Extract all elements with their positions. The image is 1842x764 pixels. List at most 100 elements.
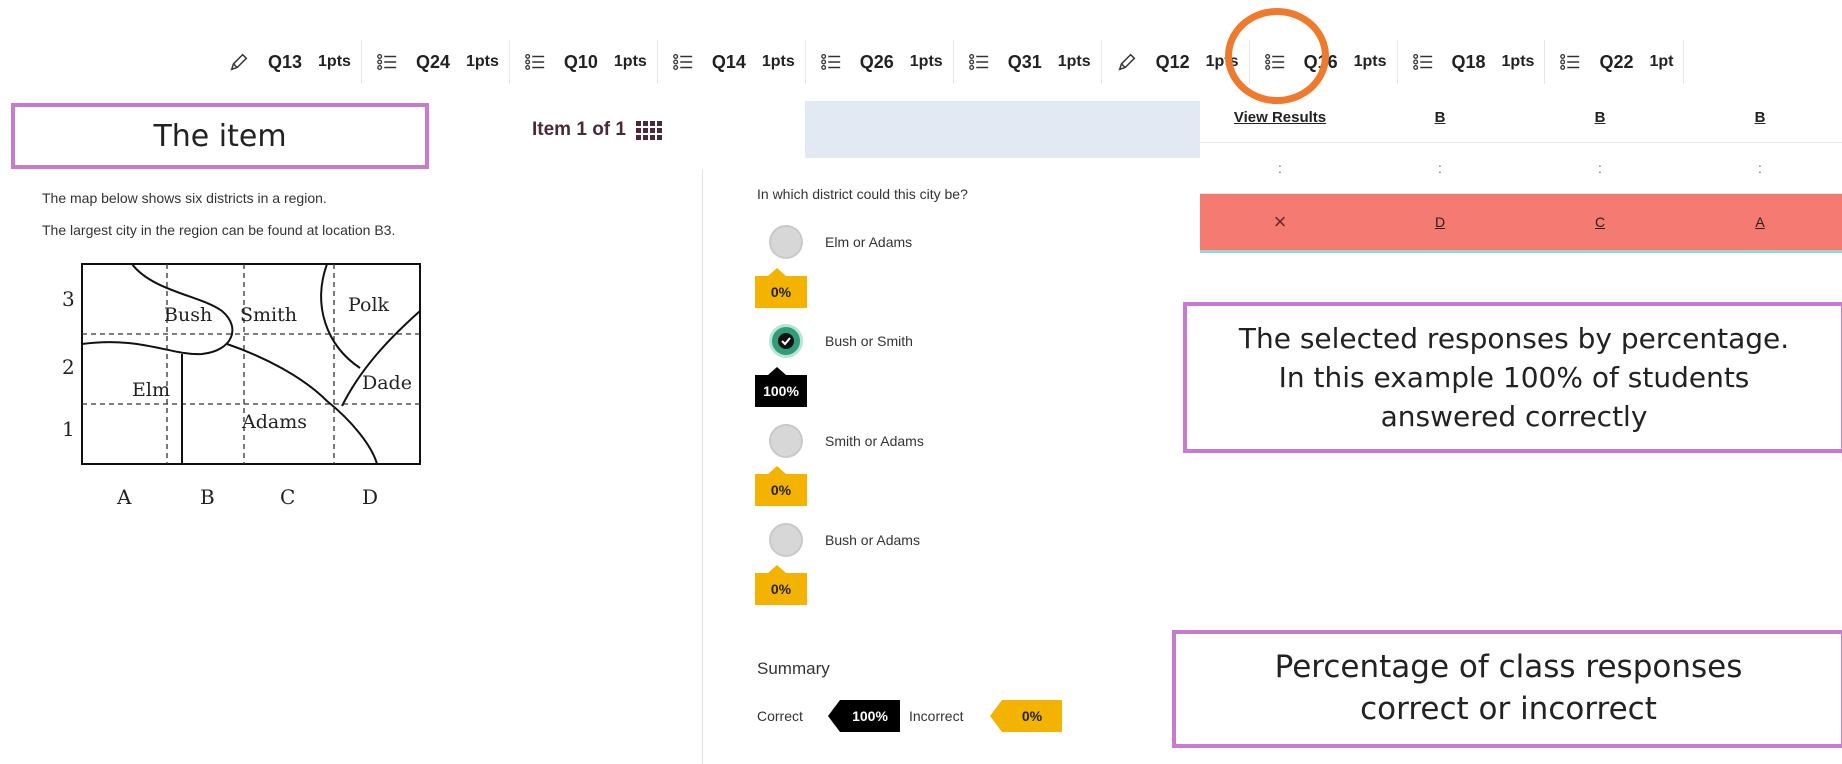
question-number: Q10 bbox=[563, 51, 598, 72]
callout-item-text: The item bbox=[153, 118, 287, 154]
callout-text: answered correctly bbox=[1380, 400, 1648, 434]
grid-icon bbox=[635, 120, 662, 140]
table-cell: : bbox=[1438, 160, 1442, 176]
question-points: 1pt bbox=[1649, 53, 1674, 70]
col-label: A bbox=[116, 485, 132, 509]
table-cell: : bbox=[1758, 160, 1762, 176]
question-number: Q24 bbox=[415, 51, 450, 72]
question-prompt: In which district could this city be? bbox=[757, 186, 968, 202]
question-points: 1pts bbox=[1353, 53, 1387, 70]
row-label: 1 bbox=[62, 417, 75, 441]
question-tab-q22[interactable]: Q22 1pt bbox=[1545, 40, 1685, 84]
question-tab-q18[interactable]: Q18 1pts bbox=[1398, 40, 1546, 84]
option-radio[interactable] bbox=[769, 523, 803, 557]
district-map: 3 2 1 A B C D Bush Smith Polk Elm Dade A… bbox=[62, 263, 421, 509]
list-icon bbox=[1410, 50, 1436, 74]
option-label: Bush or Smith bbox=[825, 333, 913, 349]
list-icon bbox=[374, 50, 400, 74]
question-tab-q26[interactable]: Q26 1pts bbox=[806, 40, 954, 84]
callout-text: Percentage of class responses bbox=[1274, 649, 1743, 686]
results-header-row: View Results B B B bbox=[1200, 92, 1842, 143]
student-answer-cell[interactable]: A bbox=[1680, 194, 1840, 250]
table-cell: : bbox=[1598, 160, 1602, 176]
list-icon bbox=[522, 50, 548, 74]
callout-summary: Percentage of class responses correct or… bbox=[1172, 630, 1842, 748]
district-label: Adams bbox=[241, 411, 307, 433]
stimulus-text: The largest city in the region can be fo… bbox=[42, 222, 396, 238]
question-tab-q31[interactable]: Q31 1pts bbox=[954, 40, 1102, 84]
answer-key-cell[interactable]: B bbox=[1680, 92, 1840, 142]
list-icon bbox=[818, 50, 844, 74]
option-percent-badge: 100% bbox=[755, 367, 807, 407]
district-label: Dade bbox=[362, 372, 412, 394]
summary-title: Summary bbox=[757, 659, 830, 678]
callout-text: correct or incorrect bbox=[1360, 691, 1657, 727]
pencil-icon bbox=[226, 50, 252, 74]
student-answer-cell[interactable]: D bbox=[1360, 194, 1520, 250]
answer-key-cell[interactable]: B bbox=[1360, 92, 1520, 142]
option-radio[interactable] bbox=[769, 225, 803, 259]
question-tab-q10[interactable]: Q10 1pts bbox=[510, 40, 658, 84]
results-table: View Results B B B : : : : × D C A bbox=[1200, 92, 1842, 253]
question-points: 1pts bbox=[761, 53, 795, 70]
check-icon bbox=[778, 333, 794, 349]
question-points: 1pts bbox=[1057, 53, 1091, 70]
callout-text: The selected responses by percentage. bbox=[1238, 321, 1790, 355]
question-number: Q14 bbox=[711, 51, 746, 72]
district-label: Bush bbox=[164, 304, 212, 326]
option-label: Bush or Adams bbox=[825, 532, 920, 548]
pane-divider bbox=[702, 170, 703, 764]
question-tab-q13[interactable]: Q13 1pts bbox=[214, 40, 362, 84]
summary-correct-label: Correct bbox=[757, 708, 803, 724]
question-tab-q14[interactable]: Q14 1pts bbox=[658, 40, 806, 84]
list-icon bbox=[966, 50, 992, 74]
question-number: Q13 bbox=[268, 51, 303, 72]
student-answer-cell[interactable]: C bbox=[1520, 194, 1680, 250]
highlight-circle bbox=[1225, 8, 1329, 104]
question-points: 1pts bbox=[1501, 53, 1535, 70]
question-number: Q26 bbox=[859, 51, 894, 72]
option-radio[interactable] bbox=[769, 424, 803, 458]
view-results-link[interactable]: View Results bbox=[1200, 92, 1360, 142]
district-label: Polk bbox=[348, 294, 390, 316]
incorrect-mark-icon: × bbox=[1273, 209, 1287, 234]
question-tab-q24[interactable]: Q24 1pts bbox=[362, 40, 510, 84]
option-percent-badge: 0% bbox=[755, 565, 807, 605]
col-label: D bbox=[362, 485, 378, 509]
option-label: Smith or Adams bbox=[825, 433, 924, 449]
district-label: Smith bbox=[240, 304, 297, 326]
row-label: 3 bbox=[62, 287, 75, 311]
question-bar: Q13 1pts Q24 1pts Q10 1pts Q14 1pts Q26 … bbox=[214, 38, 1842, 86]
question-number: Q18 bbox=[1451, 51, 1486, 72]
question-points: 1pts bbox=[465, 53, 499, 70]
list-icon bbox=[1557, 50, 1583, 74]
summary-incorrect-badge: 0% bbox=[990, 700, 1062, 732]
results-dots-row: : : : : bbox=[1200, 143, 1842, 194]
district-label: Elm bbox=[132, 379, 170, 401]
col-label: B bbox=[200, 485, 215, 509]
summary-incorrect-label: Incorrect bbox=[909, 708, 964, 724]
answer-key-cell[interactable]: B bbox=[1520, 92, 1680, 142]
question-number: Q12 bbox=[1155, 51, 1190, 72]
question-points: 1pts bbox=[909, 53, 943, 70]
stimulus-text: The map below shows six districts in a r… bbox=[42, 190, 327, 206]
callout-text: In this example 100% of students bbox=[1278, 360, 1750, 394]
callout-item: The item bbox=[11, 103, 429, 169]
item-counter-label: Item 1 of 1 bbox=[532, 119, 626, 140]
question-points: 1pts bbox=[613, 53, 647, 70]
row-label: 2 bbox=[62, 355, 75, 379]
option-radio-correct[interactable] bbox=[769, 324, 803, 358]
col-label: C bbox=[280, 485, 295, 509]
question-number: Q31 bbox=[1007, 51, 1042, 72]
item-counter[interactable]: Item 1 of 1 bbox=[532, 119, 662, 141]
question-points: 1pts bbox=[318, 53, 351, 70]
list-icon bbox=[670, 50, 696, 74]
option-percent-badge: 0% bbox=[755, 466, 807, 506]
student-response-row: × D C A bbox=[1200, 194, 1842, 253]
question-number: Q22 bbox=[1599, 51, 1634, 72]
pencil-icon bbox=[1114, 50, 1140, 74]
option-percent-badge: 0% bbox=[755, 268, 807, 308]
table-cell: : bbox=[1278, 160, 1282, 176]
option-label: Elm or Adams bbox=[825, 234, 913, 250]
item-header-band bbox=[805, 101, 1200, 158]
